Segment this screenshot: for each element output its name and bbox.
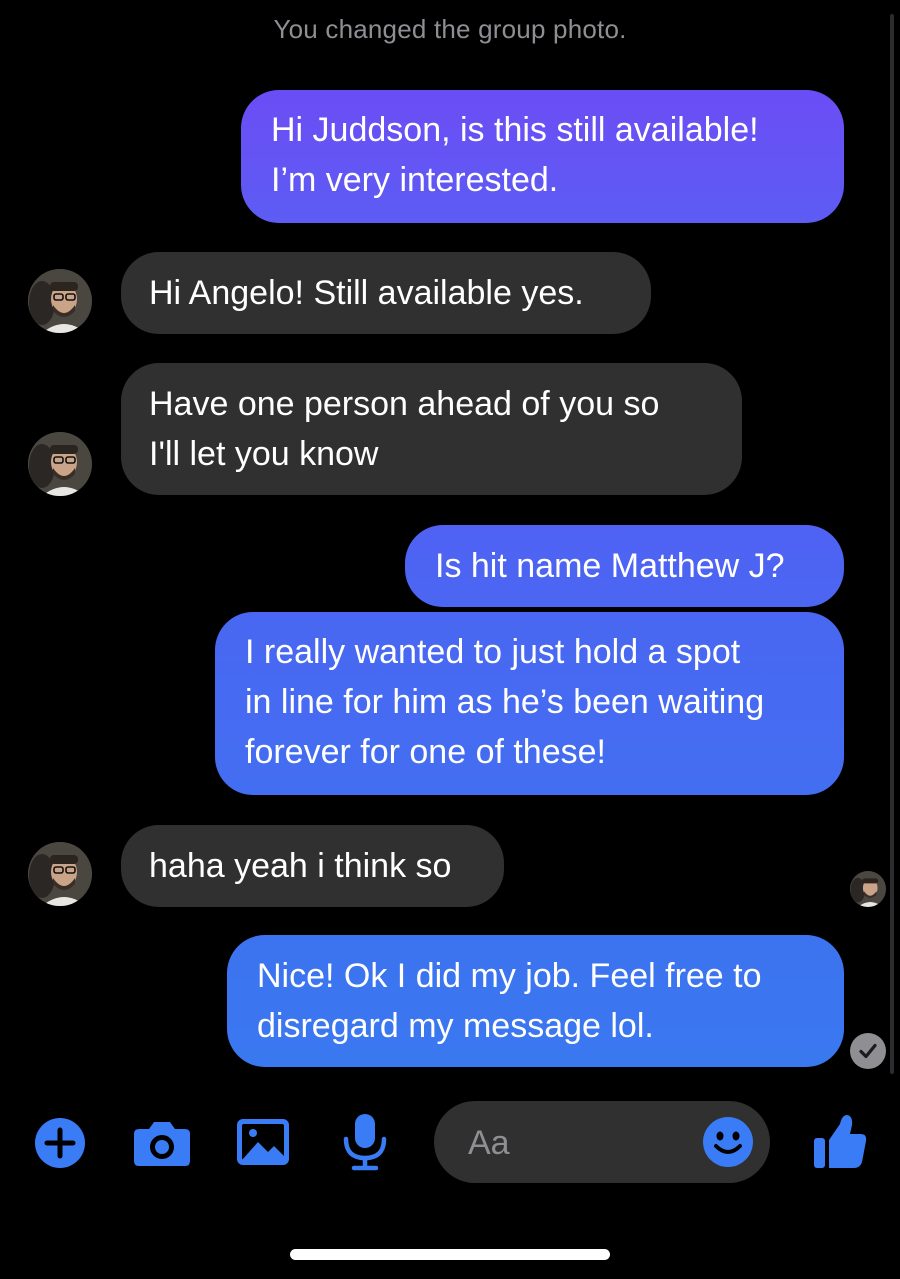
avatar[interactable] (28, 842, 92, 906)
message-bubble-outgoing[interactable]: Nice! Ok I did my job. Feel free to disr… (227, 935, 844, 1067)
avatar[interactable] (28, 432, 92, 496)
message-bubble-incoming[interactable]: haha yeah i think so (121, 825, 504, 907)
message-bubble-outgoing[interactable]: Hi Juddson, is this still available! I’m… (241, 90, 844, 223)
plus-icon[interactable] (34, 1117, 86, 1174)
emoji-icon[interactable] (702, 1116, 754, 1173)
camera-icon[interactable] (133, 1119, 191, 1172)
microphone-icon[interactable] (342, 1113, 388, 1176)
image-icon[interactable] (236, 1118, 290, 1171)
home-indicator[interactable] (290, 1249, 610, 1260)
message-text-field[interactable] (466, 1101, 700, 1185)
message-bubble-incoming[interactable]: Have one person ahead of you so I'll let… (121, 363, 742, 495)
read-receipt-avatar (850, 871, 886, 907)
delivered-check-icon (850, 1033, 886, 1069)
message-bubble-incoming[interactable]: Hi Angelo! Still available yes. (121, 252, 651, 334)
message-input[interactable] (434, 1101, 770, 1185)
scrollbar[interactable] (890, 14, 894, 1074)
message-bubble-outgoing[interactable]: I really wanted to just hold a spot in l… (215, 612, 844, 795)
message-bubble-outgoing[interactable]: Is hit name Matthew J? (405, 525, 844, 607)
system-note: You changed the group photo. (273, 14, 627, 44)
avatar[interactable] (28, 269, 92, 333)
thumbs-up-icon[interactable] (812, 1112, 868, 1175)
